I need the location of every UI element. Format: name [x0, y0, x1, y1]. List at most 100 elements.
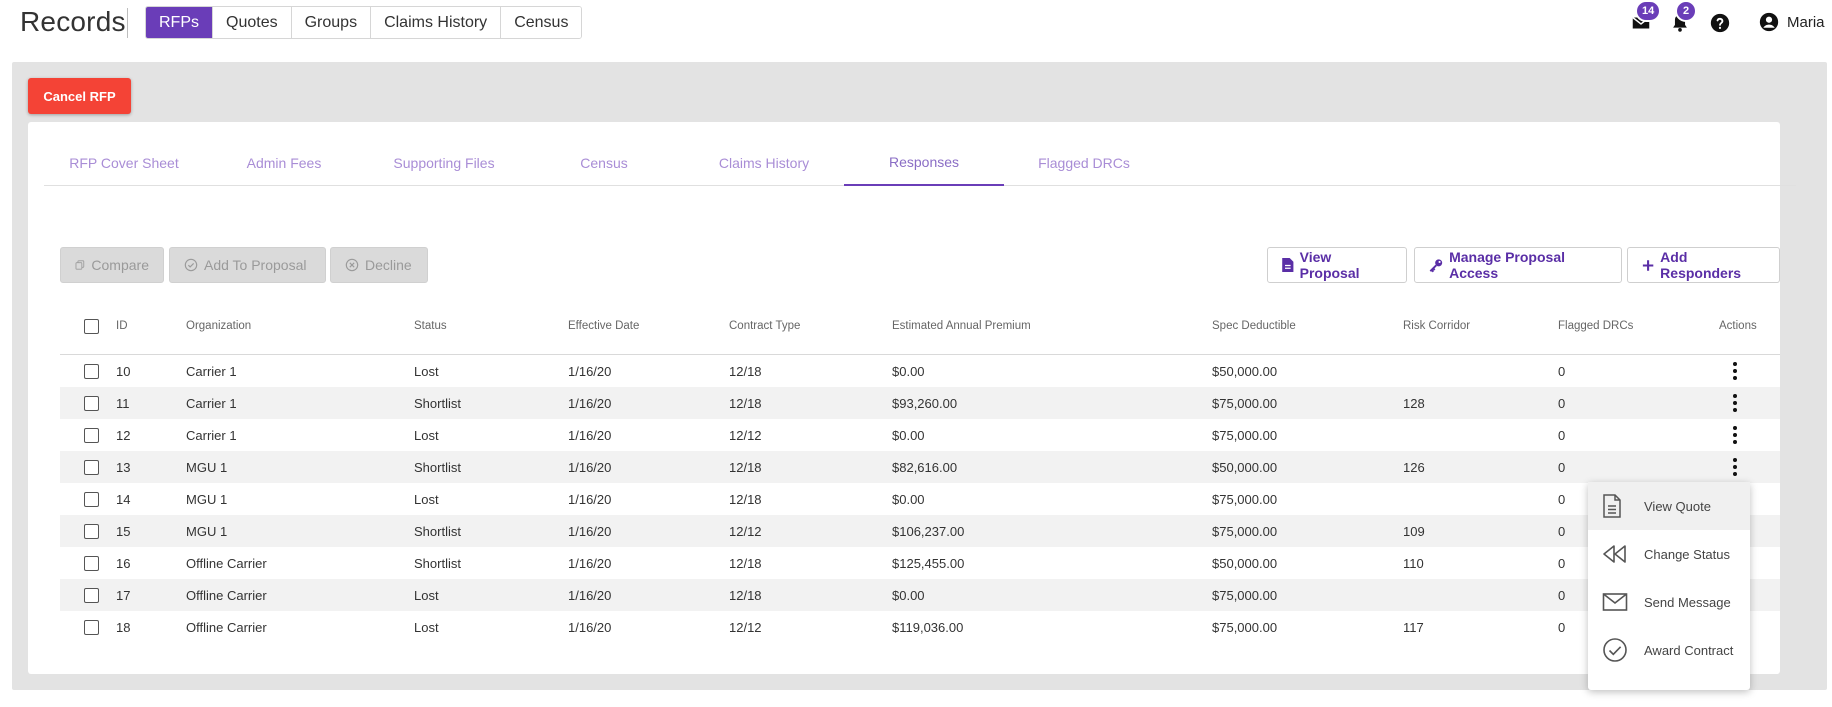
- subtab-census[interactable]: Census: [524, 140, 684, 186]
- table-row[interactable]: 11 Carrier 1 Shortlist 1/16/20 12/18 $93…: [60, 387, 1780, 419]
- nav-tab-quotes[interactable]: Quotes: [213, 7, 292, 38]
- cell-organization: Offline Carrier: [186, 555, 267, 571]
- cell-id: 11: [116, 395, 130, 411]
- table-row[interactable]: 14 MGU 1 Lost 1/16/20 12/18 $0.00 $75,00…: [60, 483, 1780, 515]
- nav-tab-groups[interactable]: Groups: [291, 7, 372, 38]
- row-checkbox[interactable]: [84, 460, 99, 475]
- subtab-supporting-files[interactable]: Supporting Files: [364, 140, 524, 186]
- nav-tab-census[interactable]: Census: [501, 7, 582, 38]
- cell-contract-type: 12/12: [729, 619, 762, 635]
- cell-premium: $119,036.00: [892, 619, 964, 635]
- row-actions-icon[interactable]: [1733, 426, 1737, 444]
- cell-spec-deductible: $75,000.00: [1212, 523, 1278, 539]
- table-row[interactable]: 16 Offline Carrier Shortlist 1/16/20 12/…: [60, 547, 1780, 579]
- view-proposal-label: View Proposal: [1299, 249, 1360, 281]
- col-contract-type: Contract Type: [729, 320, 801, 332]
- table-row[interactable]: 10 Carrier 1 Lost 1/16/20 12/18 $0.00 $5…: [60, 355, 1780, 387]
- table-row[interactable]: 18 Offline Carrier Lost 1/16/20 12/12 $1…: [60, 611, 1780, 643]
- menu-item-award-contract[interactable]: Award Contract: [1588, 626, 1750, 674]
- cell-flagged-drcs: 0: [1558, 523, 1566, 539]
- subtab-claims-history[interactable]: Claims History: [684, 140, 844, 186]
- row-checkbox[interactable]: [84, 620, 99, 635]
- cell-premium: $106,237.00: [892, 523, 965, 539]
- cell-effective-date: 1/16/20: [568, 587, 612, 603]
- row-actions-icon[interactable]: [1733, 394, 1737, 412]
- col-risk-corridor: Risk Corridor: [1403, 320, 1471, 332]
- table-row[interactable]: 13 MGU 1 Shortlist 1/16/20 12/18 $82,616…: [60, 451, 1780, 483]
- cell-status: Shortlist: [414, 395, 461, 411]
- compare-button[interactable]: Compare: [60, 247, 164, 283]
- cell-status: Lost: [414, 427, 439, 443]
- menu-item-view-quote[interactable]: View Quote: [1588, 482, 1750, 530]
- subtab-flagged-drcs[interactable]: Flagged DRCs: [1004, 140, 1164, 186]
- cell-flagged-drcs: 0: [1558, 619, 1566, 635]
- file-icon: [1603, 494, 1621, 518]
- menu-item-send-message[interactable]: Send Message: [1588, 578, 1750, 626]
- rewind-icon: [1603, 545, 1626, 563]
- subtab-rfp-cover-sheet[interactable]: RFP Cover Sheet: [44, 140, 204, 186]
- user-menu[interactable]: Maria: [1758, 11, 1825, 33]
- row-checkbox[interactable]: [84, 588, 99, 603]
- subtab-responses[interactable]: Responses: [844, 140, 1004, 186]
- cell-organization: Carrier 1: [186, 395, 237, 411]
- messages-badge: 14: [1635, 0, 1662, 22]
- row-actions-menu: View Quote Change Status Send Message Aw…: [1588, 482, 1750, 690]
- col-estimated-annual-premium: Estimated Annual Premium: [892, 320, 1031, 332]
- nav-tab-claims-history[interactable]: Claims History: [371, 7, 502, 38]
- cell-effective-date: 1/16/20: [568, 619, 612, 635]
- cell-spec-deductible: $50,000.00: [1212, 555, 1278, 571]
- decline-button[interactable]: Decline: [330, 247, 428, 283]
- table-row[interactable]: 15 MGU 1 Shortlist 1/16/20 12/12 $106,23…: [60, 515, 1780, 547]
- select-all-checkbox[interactable]: [84, 319, 99, 334]
- col-status: Status: [414, 320, 447, 332]
- cell-flagged-drcs: 0: [1558, 427, 1566, 443]
- cell-effective-date: 1/16/20: [568, 459, 612, 475]
- alerts-badge: 2: [1675, 0, 1697, 22]
- cell-contract-type: 12/18: [729, 395, 762, 411]
- row-checkbox[interactable]: [84, 556, 99, 571]
- cell-status: Lost: [414, 363, 439, 379]
- menu-item-label: Send Message: [1644, 594, 1731, 610]
- cell-risk-corridor: 110: [1403, 555, 1424, 571]
- menu-item-label: View Quote: [1644, 498, 1711, 514]
- manage-proposal-access-button[interactable]: Manage Proposal Access: [1414, 247, 1622, 283]
- nav-tab-rfps[interactable]: RFPs: [146, 7, 213, 38]
- cell-id: 16: [116, 555, 131, 571]
- view-proposal-button[interactable]: View Proposal: [1267, 247, 1407, 283]
- row-actions-icon[interactable]: [1733, 362, 1737, 380]
- table-row[interactable]: 17 Offline Carrier Lost 1/16/20 12/18 $0…: [60, 579, 1780, 611]
- cell-spec-deductible: $75,000.00: [1212, 587, 1278, 603]
- main-nav: RFPs Quotes Groups Claims History Census: [145, 6, 583, 39]
- add-to-proposal-button[interactable]: Add To Proposal: [169, 247, 326, 283]
- row-actions-icon[interactable]: [1733, 458, 1737, 476]
- row-checkbox[interactable]: [84, 364, 99, 379]
- help-icon[interactable]: [1709, 12, 1731, 34]
- row-checkbox[interactable]: [84, 428, 99, 443]
- cell-organization: MGU 1: [186, 523, 228, 539]
- x-circle-icon: [345, 258, 359, 272]
- row-checkbox[interactable]: [84, 524, 99, 539]
- cell-contract-type: 12/12: [729, 427, 762, 443]
- cell-spec-deductible: $75,000.00: [1212, 619, 1278, 635]
- cell-risk-corridor: 126: [1403, 459, 1425, 475]
- cell-spec-deductible: $50,000.00: [1212, 363, 1278, 379]
- cell-id: 14: [116, 491, 131, 507]
- col-id: ID: [116, 320, 128, 332]
- cell-premium: $82,616.00: [892, 459, 958, 475]
- menu-item-change-status[interactable]: Change Status: [1588, 530, 1750, 578]
- cell-premium: $0.00: [892, 427, 925, 443]
- row-checkbox[interactable]: [84, 396, 99, 411]
- cell-organization: Carrier 1: [186, 427, 237, 443]
- row-checkbox[interactable]: [84, 492, 99, 507]
- cancel-rfp-button[interactable]: Cancel RFP: [28, 78, 131, 114]
- cell-flagged-drcs: 0: [1558, 363, 1566, 379]
- cell-spec-deductible: $50,000.00: [1212, 459, 1278, 475]
- cell-id: 12: [116, 427, 131, 443]
- cell-status: Shortlist: [414, 523, 461, 539]
- cell-id: 15: [116, 523, 131, 539]
- cell-status: Lost: [414, 491, 439, 507]
- add-responders-button[interactable]: Add Responders: [1627, 247, 1780, 283]
- table-row[interactable]: 12 Carrier 1 Lost 1/16/20 12/12 $0.00 $7…: [60, 419, 1780, 451]
- manage-proposal-access-label: Manage Proposal Access: [1449, 249, 1565, 281]
- subtab-admin-fees[interactable]: Admin Fees: [204, 140, 364, 186]
